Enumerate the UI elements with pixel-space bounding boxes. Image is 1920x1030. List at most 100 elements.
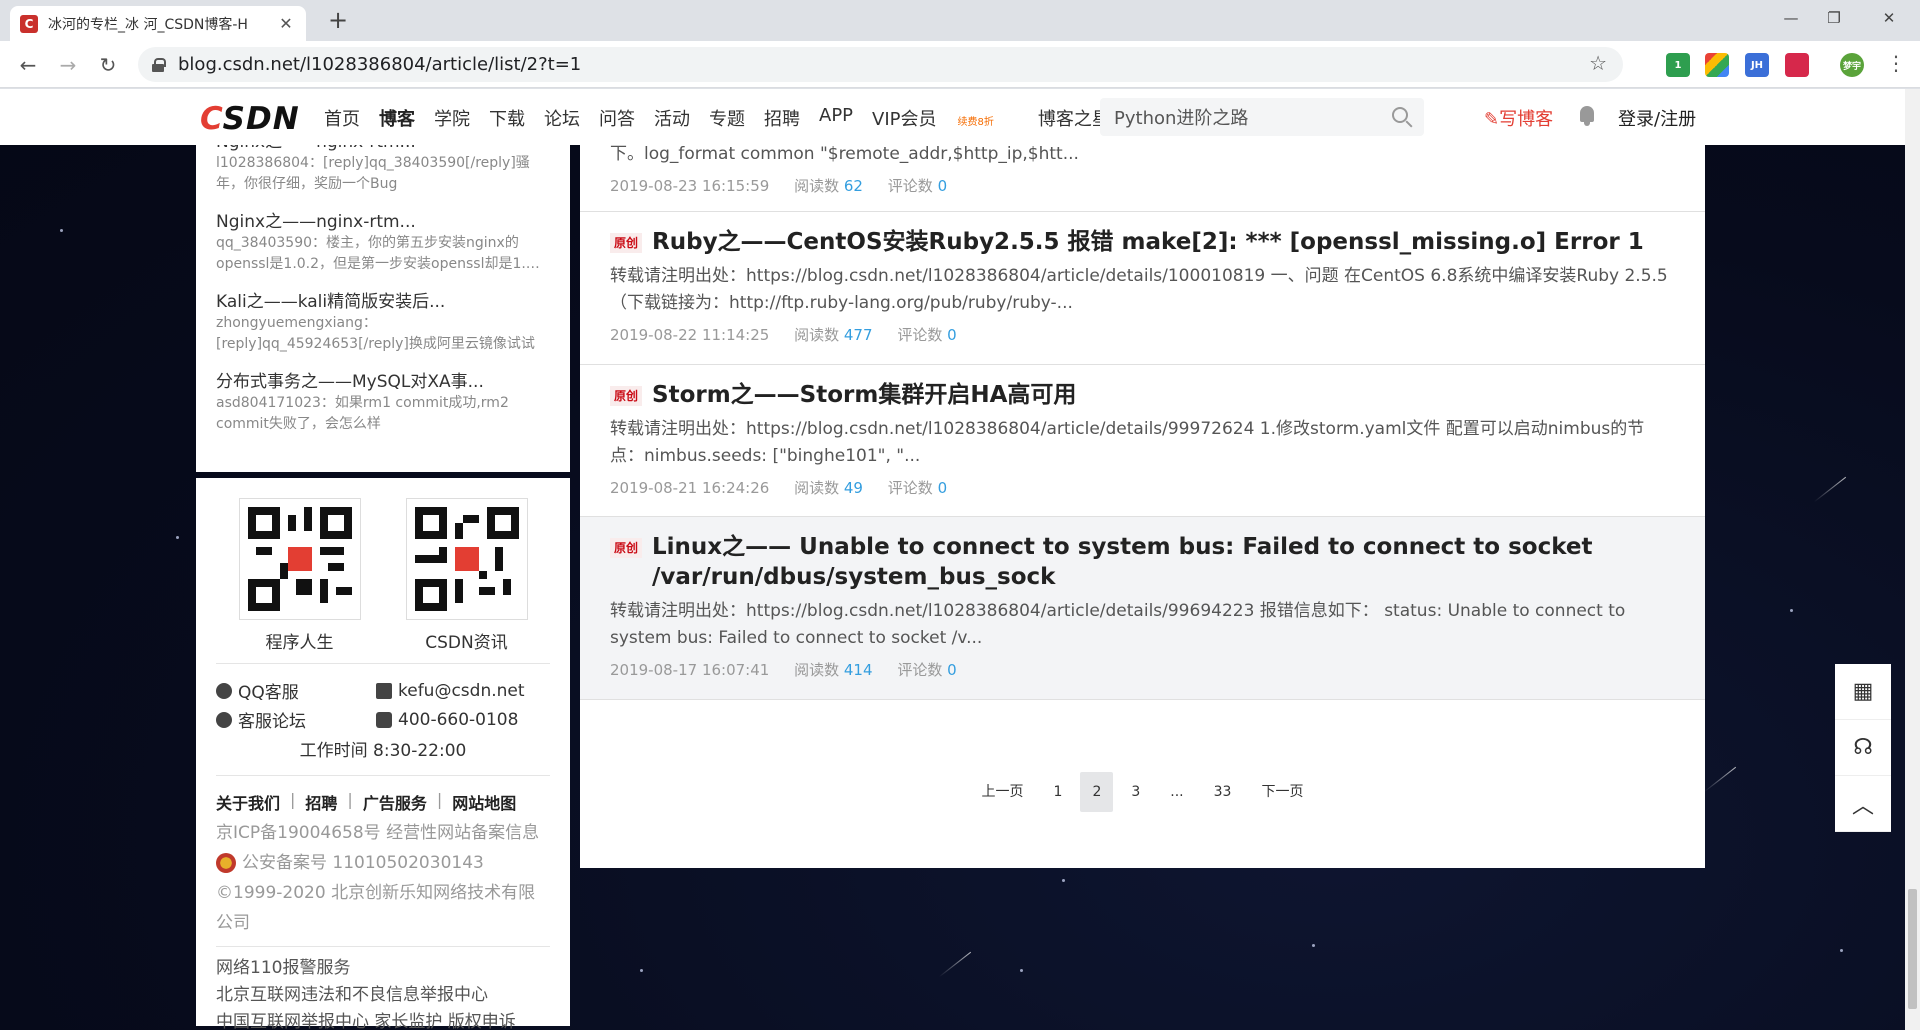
nav-vip[interactable]: VIP会员 续费8折 [872,105,1013,131]
csdn-header: CSDN 首页 博客 学院 下载 论坛 问答 活动 专题 招聘 APP VIP会… [0,89,1905,145]
customer-service-icon[interactable]: ☊ [1835,720,1891,776]
nav-forum[interactable]: 论坛 [544,105,580,131]
support-forum-link[interactable]: 客服论坛 [216,707,376,732]
article-title[interactable]: 原创 Ruby之——CentOS安装Ruby2.5.5 报错 make[2]: *… [610,227,1675,257]
csdn-logo[interactable]: CSDN [200,101,300,137]
separator: | [290,790,296,809]
maximize-icon[interactable]: ❐ [1805,0,1863,36]
prev-page-button[interactable]: 上一页 [970,772,1036,812]
nav-academy[interactable]: 学院 [434,105,470,131]
original-badge: 原创 [610,233,643,253]
police-record[interactable]: 公安备案号 11010502030143 [216,848,550,878]
browser-tabstrip: C 冰河的专栏_冰 河_CSDN博客-H ✕ + — ❐ ✕ [0,0,1920,41]
back-icon[interactable]: ← [14,51,42,79]
write-blog-button[interactable]: ✎写博客 [1484,105,1553,131]
comment-body: asd804171023：如果rm1 commit成功,rm2 commit失败… [216,395,509,432]
comment-item[interactable]: Kali之——kali精简版安装后... zhongyuemengxiang：[… [216,291,550,355]
page-1-button[interactable]: 1 [1042,772,1075,812]
article-date: 2019-08-22 11:14:25 [610,326,770,344]
comment-count-label: 评论数 [897,326,943,344]
page-3-button[interactable]: 3 [1119,772,1152,812]
nav-blog[interactable]: 博客 [379,105,415,131]
nav-home[interactable]: 首页 [324,105,360,131]
qq-support-label: QQ客服 [238,683,299,703]
article-title[interactable]: 原创 Storm之——Storm集群开启HA高可用 [610,380,1675,410]
ad-service-link[interactable]: 广告服务 [363,790,427,814]
separator: | [347,790,353,809]
comment-title[interactable]: 分布式事务之——MySQL对XA事... [216,371,550,393]
qq-support-link[interactable]: QQ客服 [216,678,376,703]
nav-jobs[interactable]: 招聘 [764,105,800,131]
star-decoration [60,229,63,232]
comment-body: zhongyuemengxiang：[reply]qq_45924653[/re… [216,315,535,352]
next-page-button[interactable]: 下一页 [1249,772,1315,812]
url-text: blog.csdn.net/l1028386804/article/list/2… [178,54,582,75]
comment-item[interactable]: Nginx之——nginx-rtm... qq_38403590：楼主，你的第五… [216,211,550,275]
nav-topics[interactable]: 专题 [709,105,745,131]
qrcode-icon[interactable]: ▦ [1835,664,1891,720]
notification-bell-icon[interactable] [1578,106,1596,126]
report-links[interactable]: 中国互联网举报中心 家长监护 版权申诉 [216,1009,550,1030]
nav-download[interactable]: 下载 [489,105,525,131]
original-badge: 原创 [610,538,643,558]
article-item[interactable]: 下。log_format common "$remote_addr,$http_… [580,141,1705,212]
nav-events[interactable]: 活动 [654,105,690,131]
sitemap-link[interactable]: 网站地图 [452,790,516,814]
extension-shield-icon[interactable]: 1 [1666,53,1690,77]
profile-avatar[interactable]: 梦宇 [1840,53,1864,77]
extension-color-icon[interactable] [1705,53,1729,77]
forward-icon[interactable]: → [54,51,82,79]
nav-qa[interactable]: 问答 [599,105,635,131]
extension-red-icon[interactable] [1785,53,1809,77]
star-decoration [1062,879,1065,882]
article-item[interactable]: 原创 Linux之—— Unable to connect to system b… [580,517,1705,700]
scrollbar-thumb[interactable] [1908,889,1917,1009]
extension-jh-icon[interactable]: JH [1745,53,1769,77]
new-tab-icon[interactable]: + [324,6,352,34]
bookmark-star-icon[interactable]: ☆ [1589,51,1607,75]
comment-count-label: 评论数 [887,479,933,497]
about-us-link[interactable]: 关于我们 [216,790,280,814]
report-110-link[interactable]: 网络110报警服务 [216,955,550,982]
address-bar[interactable]: blog.csdn.net/l1028386804/article/list/2… [138,47,1623,82]
browser-tab[interactable]: C 冰河的专栏_冰 河_CSDN博客-H ✕ [10,6,306,41]
article-title[interactable]: 原创 Linux之—— Unable to connect to system b… [610,532,1675,592]
read-count: 477 [843,326,873,344]
comment-body: l1028386804：[reply]qq_38403590[/reply]骚年… [216,155,530,192]
recent-comments-panel: Nginx之——nginx-rtm... l1028386804：[reply]… [196,145,570,472]
comment-item[interactable]: Nginx之——nginx-rtm... l1028386804：[reply]… [216,145,550,195]
star-decoration [1790,609,1793,612]
page-2-button[interactable]: 2 [1080,772,1114,812]
reload-icon[interactable]: ↻ [94,51,122,79]
comment-count: 0 [947,326,957,344]
qr-caption: CSDN资讯 [425,633,508,653]
page-scrollbar[interactable] [1905,89,1920,1030]
comment-title[interactable]: Nginx之——nginx-rtm... [216,145,550,153]
article-meta: 2019-08-23 16:15:59 阅读数 62 评论数 0 [610,174,1675,198]
search-input[interactable]: Python进阶之路 [1100,98,1424,136]
comment-item[interactable]: 分布式事务之——MySQL对XA事... asd804171023：如果rm1 … [216,371,550,435]
article-item[interactable]: 原创 Ruby之——CentOS安装Ruby2.5.5 报错 make[2]: *… [580,212,1705,365]
page-last-button[interactable]: 33 [1202,772,1244,812]
login-register-link[interactable]: 登录/注册 [1618,105,1696,131]
email-link[interactable]: kefu@csdn.net [376,678,546,703]
meteor-decoration [938,951,972,978]
qr-caption: 程序人生 [265,633,334,653]
search-icon[interactable] [1392,107,1408,123]
jobs-link[interactable]: 招聘 [305,790,337,814]
article-item[interactable]: 原创 Storm之——Storm集群开启HA高可用 转载请注明出处：https:/… [580,365,1705,517]
browser-menu-icon[interactable]: ⋮ [1886,51,1906,75]
back-to-top-icon[interactable]: ︿ [1835,776,1891,832]
report-center-link[interactable]: 北京互联网违法和不良信息举报中心 [216,982,550,1009]
meteor-decoration [1703,766,1737,793]
star-decoration [1020,969,1023,972]
comment-title[interactable]: Kali之——kali精简版安装后... [216,291,550,313]
icp-license[interactable]: 京ICP备19004658号 经营性网站备案信息 [216,818,550,848]
comment-title[interactable]: Nginx之——nginx-rtm... [216,211,550,233]
star-decoration [640,969,643,972]
window-close-icon[interactable]: ✕ [1860,0,1918,36]
tab-close-icon[interactable]: ✕ [276,14,296,33]
nav-app[interactable]: APP [819,105,853,131]
write-blog-label: 写博客 [1499,109,1554,130]
mail-icon [376,682,392,699]
